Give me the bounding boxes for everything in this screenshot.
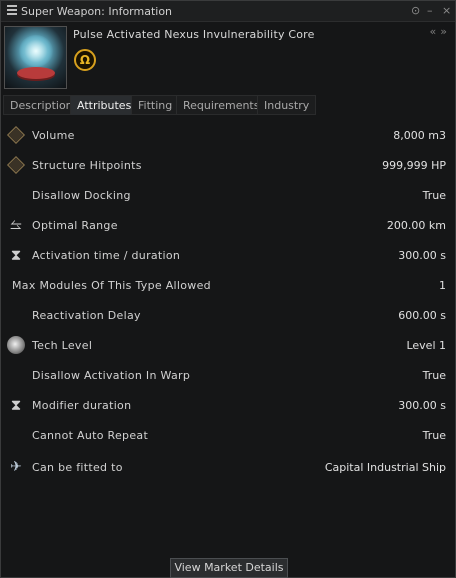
attribute-row-structure-hitpoints[interactable]: Structure Hitpoints 999,999 HP: [3, 150, 453, 180]
attribute-label: Reactivation Delay: [32, 309, 141, 322]
tab-bar: Description Attributes Fitting Requireme…: [1, 95, 455, 115]
attribute-row-can-be-fitted-to[interactable]: ✈ Can be fitted to Capital Industrial Sh…: [3, 452, 453, 482]
core-base-graphic: [17, 67, 55, 79]
attribute-row-optimal-range[interactable]: ⥦ Optimal Range 200.00 km: [3, 210, 453, 240]
history-nav: «»: [426, 25, 447, 38]
attribute-row-reactivation-delay[interactable]: Reactivation Delay 600.00 s: [3, 300, 453, 330]
attribute-label: Disallow Activation In Warp: [32, 369, 191, 382]
window-menu-icon[interactable]: [7, 5, 17, 15]
attribute-label: Tech Level: [32, 339, 93, 352]
info-window: Super Weapon: Information ⊙ – × Pulse Ac…: [0, 0, 456, 578]
attribute-label: Can be fitted to: [32, 461, 123, 474]
attribute-row-tech-level[interactable]: Tech Level Level 1: [3, 330, 453, 360]
tab-description[interactable]: Description: [3, 95, 80, 115]
attribute-label: Disallow Docking: [32, 189, 131, 202]
hourglass-icon: ⧗: [10, 396, 22, 414]
attribute-label: Modifier duration: [32, 399, 132, 412]
footer-bar: View Market Details: [1, 556, 455, 578]
tech-level-icon: [7, 336, 25, 354]
item-header: Pulse Activated Nexus Invulnerability Co…: [1, 23, 455, 95]
attribute-value: True: [422, 189, 446, 202]
tab-attributes[interactable]: Attributes: [70, 95, 139, 115]
attribute-label: Structure Hitpoints: [32, 159, 142, 172]
attribute-value: 300.00 s: [398, 249, 446, 262]
attribute-label: Volume: [32, 129, 75, 142]
tab-requirements[interactable]: Requirements: [176, 95, 267, 115]
omega-badge-icon: Ω: [74, 49, 96, 71]
item-name: Pulse Activated Nexus Invulnerability Co…: [73, 28, 315, 41]
forward-arrow-icon[interactable]: »: [440, 25, 447, 38]
close-icon[interactable]: ×: [442, 4, 451, 17]
tab-industry[interactable]: Industry: [257, 95, 317, 115]
hourglass-icon: ⧗: [10, 246, 22, 264]
attribute-label: Activation time / duration: [32, 249, 181, 262]
attribute-value: Level 1: [406, 339, 446, 352]
core-glow-graphic: [19, 35, 53, 67]
attribute-value: 200.00 km: [386, 219, 446, 232]
attribute-row-disallow-docking[interactable]: Disallow Docking True: [3, 180, 453, 210]
attribute-value: 999,999 HP: [382, 159, 446, 172]
view-market-details-button[interactable]: View Market Details: [170, 558, 288, 578]
attribute-label: Optimal Range: [32, 219, 118, 232]
attribute-value: 8,000 m3: [393, 129, 446, 142]
item-thumbnail[interactable]: [4, 26, 67, 89]
tab-fitting[interactable]: Fitting: [131, 95, 180, 115]
back-arrow-icon[interactable]: «: [430, 25, 437, 38]
attribute-list: Volume 8,000 m3 Structure Hitpoints 999,…: [3, 120, 453, 550]
attribute-row-activation-time[interactable]: ⧗ Activation time / duration 300.00 s: [3, 240, 453, 270]
attribute-value: True: [422, 369, 446, 382]
title-bar[interactable]: Super Weapon: Information ⊙ – ×: [1, 1, 455, 22]
range-icon: ⥦: [10, 217, 22, 233]
attribute-value: 600.00 s: [398, 309, 446, 322]
attribute-row-max-modules[interactable]: Max Modules Of This Type Allowed 1: [3, 270, 453, 300]
attribute-label: Cannot Auto Repeat: [32, 429, 149, 442]
attribute-value: 1: [439, 279, 446, 292]
attribute-value: True: [422, 429, 446, 442]
attribute-row-volume[interactable]: Volume 8,000 m3: [3, 120, 453, 150]
attribute-row-disallow-warp[interactable]: Disallow Activation In Warp True: [3, 360, 453, 390]
attribute-row-modifier-duration[interactable]: ⧗ Modifier duration 300.00 s: [3, 390, 453, 420]
attribute-value[interactable]: Capital Industrial Ship: [325, 461, 446, 474]
window-title: Super Weapon: Information: [21, 5, 173, 18]
minimize-icon[interactable]: –: [427, 4, 433, 17]
pin-icon[interactable]: ⊙: [411, 4, 420, 17]
hitpoints-icon: [7, 156, 25, 174]
attribute-value: 300.00 s: [398, 399, 446, 412]
attribute-row-cannot-auto-repeat[interactable]: Cannot Auto Repeat True: [3, 420, 453, 450]
volume-icon: [7, 126, 25, 144]
ship-icon: ✈: [10, 459, 22, 475]
attribute-label: Max Modules Of This Type Allowed: [12, 279, 211, 292]
